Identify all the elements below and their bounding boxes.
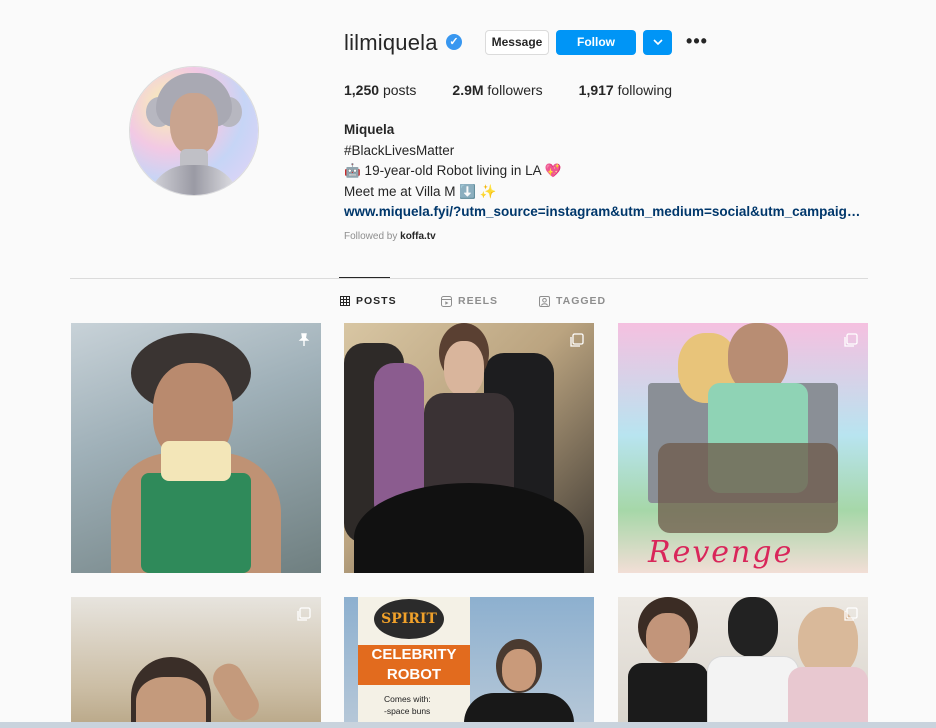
suggested-accounts-button[interactable] [643, 30, 672, 55]
carousel-icon [844, 607, 858, 621]
reels-icon [441, 295, 452, 307]
stat-followers-label: followers [487, 82, 543, 98]
post-tile[interactable] [71, 323, 321, 573]
stat-followers[interactable]: 2.9M followers [452, 82, 542, 98]
active-tab-indicator [339, 277, 390, 278]
stat-posts-count: 1,250 [344, 82, 380, 98]
post-figure-top [141, 473, 251, 573]
costume-detail: Comes with: [384, 694, 431, 704]
stat-following-label: following [617, 82, 673, 98]
profile-full-name: Miquela [344, 122, 395, 137]
costume-detail: -space buns [384, 706, 431, 716]
spirit-logo: SPIRIT [374, 599, 444, 639]
profile-bio: Miquela #BlackLivesMatter 🤖 19-year-old … [344, 120, 884, 223]
tab-reels[interactable]: REELS [441, 295, 498, 307]
followed-by-user-link[interactable]: koffa.tv [400, 231, 436, 242]
followed-by: Followed by koffa.tv [344, 231, 436, 242]
avatar-face [170, 93, 218, 155]
post-group [658, 443, 838, 533]
post-title-text: Revenge [648, 535, 794, 570]
tab-posts[interactable]: POSTS [340, 295, 397, 307]
profile-username: lilmiquela [344, 30, 438, 55]
more-dots-icon: ••• [686, 31, 708, 51]
tab-tagged[interactable]: TAGGED [539, 295, 606, 307]
costume-title-line: CELEBRITY ROBOT [358, 645, 470, 685]
chevron-down-icon [652, 39, 663, 46]
followed-by-prefix: Followed by [344, 231, 401, 242]
bio-hashtag[interactable]: #BlackLivesMatter [344, 141, 884, 162]
post-figure-face [646, 613, 690, 663]
post-costume-card: SPIRIT CELEBRITY ROBOT Comes with: -spac… [358, 597, 470, 728]
bio-line: Meet me at Villa M ⬇️ ✨ [344, 183, 497, 199]
post-tile[interactable] [618, 597, 868, 728]
avatar-shoulders [148, 165, 240, 195]
tab-posts-label: POSTS [356, 295, 397, 307]
post-food [161, 441, 231, 481]
profile-divider [70, 278, 868, 279]
stat-following[interactable]: 1,917 following [579, 82, 672, 98]
stat-posts-label: posts [382, 82, 417, 98]
stat-followers-count: 2.9M [452, 82, 484, 98]
post-figure-jacket [708, 657, 798, 728]
post-figure-top [628, 663, 708, 728]
stat-posts: 1,250 posts [344, 82, 416, 98]
tab-reels-label: REELS [458, 295, 499, 307]
post-figure-hand [208, 658, 264, 726]
stat-following-count: 1,917 [578, 82, 614, 98]
grid-icon [340, 296, 350, 306]
carousel-icon [844, 333, 858, 347]
follow-button[interactable]: Follow [556, 30, 636, 55]
post-tile[interactable]: SPIRIT CELEBRITY ROBOT Comes with: -spac… [344, 597, 594, 728]
verified-badge-icon: ✓ [446, 34, 462, 50]
post-tile[interactable] [344, 323, 594, 573]
tagged-icon [539, 295, 550, 307]
costume-title-line2: ROBOT [386, 666, 442, 683]
carousel-icon [297, 607, 311, 621]
profile-stats: 1,250 posts 2.9M followers 1,917 followi… [344, 82, 708, 98]
post-figure-mask [728, 597, 778, 657]
tab-tagged-label: TAGGED [556, 295, 607, 307]
more-options-button[interactable]: ••• [685, 32, 709, 52]
pinned-icon [298, 333, 310, 346]
bio-website-link[interactable]: www.miquela.fyi/?utm_source=instagram&ut… [344, 202, 868, 223]
window-bottom-edge [0, 722, 936, 728]
costume-title-line1: CELEBRITY [371, 646, 457, 663]
post-figure-face [136, 677, 206, 728]
profile-avatar[interactable] [130, 67, 258, 195]
carousel-icon [570, 333, 584, 347]
message-button[interactable]: Message [485, 30, 549, 55]
costume-details: Comes with: -space buns [384, 693, 431, 717]
post-figure-face [502, 649, 536, 691]
post-tile[interactable] [71, 597, 321, 728]
post-figure-top [788, 667, 868, 728]
post-figure-face [444, 341, 484, 396]
bio-line: 🤖 19-year-old Robot living in LA 💖 [344, 163, 562, 178]
post-tile[interactable]: Revenge [618, 323, 868, 573]
